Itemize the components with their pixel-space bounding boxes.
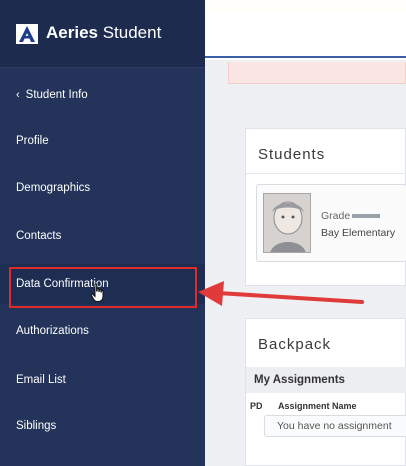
sidebar-item-authorizations[interactable]: Authorizations <box>0 311 205 351</box>
sidebar-item-contacts[interactable]: Contacts <box>0 216 205 256</box>
sidebar-item-demographics[interactable]: Demographics <box>0 168 205 208</box>
sidebar-item-profile[interactable]: Profile <box>0 121 205 161</box>
backpack-title: Backpack <box>258 336 332 353</box>
top-bar-strip <box>205 0 406 12</box>
sidebar: Aeries Student ‹ Student Info Profile Dem… <box>0 0 205 466</box>
student-tile[interactable]: Grade Bay Elementary <box>256 184 406 262</box>
nav-back-student-info[interactable]: ‹ Student Info <box>0 75 205 115</box>
table-header: PD Assignment Name <box>246 395 406 417</box>
chevron-left-icon: ‹ <box>16 89 20 101</box>
brand-header: Aeries Student <box>0 0 205 68</box>
my-assignments-header[interactable]: My Assignments <box>246 367 406 393</box>
aeries-logo-icon <box>16 24 38 44</box>
student-grade: Grade <box>321 210 381 222</box>
backpack-card: Backpack My Assignments PD Assignment Na… <box>245 318 406 466</box>
sidebar-item-siblings[interactable]: Siblings <box>0 406 205 446</box>
empty-assignments-message: You have no assignment <box>264 415 406 437</box>
divider <box>246 173 406 174</box>
sidebar-item-email-list[interactable]: Email List <box>0 360 205 400</box>
column-header-pd[interactable]: PD <box>250 395 263 417</box>
sidebar-item-data-confirmation[interactable]: Data Confirmation <box>0 264 205 304</box>
student-photo <box>263 193 311 253</box>
column-header-assignment-name[interactable]: Assignment Name <box>278 395 357 417</box>
brand-title[interactable]: Aeries Student <box>46 23 161 43</box>
students-title: Students <box>258 146 326 163</box>
students-card: Students Grade Bay Elementary <box>245 128 406 286</box>
student-school: Bay Elementary <box>321 227 396 239</box>
alert-banner <box>228 62 406 84</box>
redacted-value <box>352 214 381 219</box>
